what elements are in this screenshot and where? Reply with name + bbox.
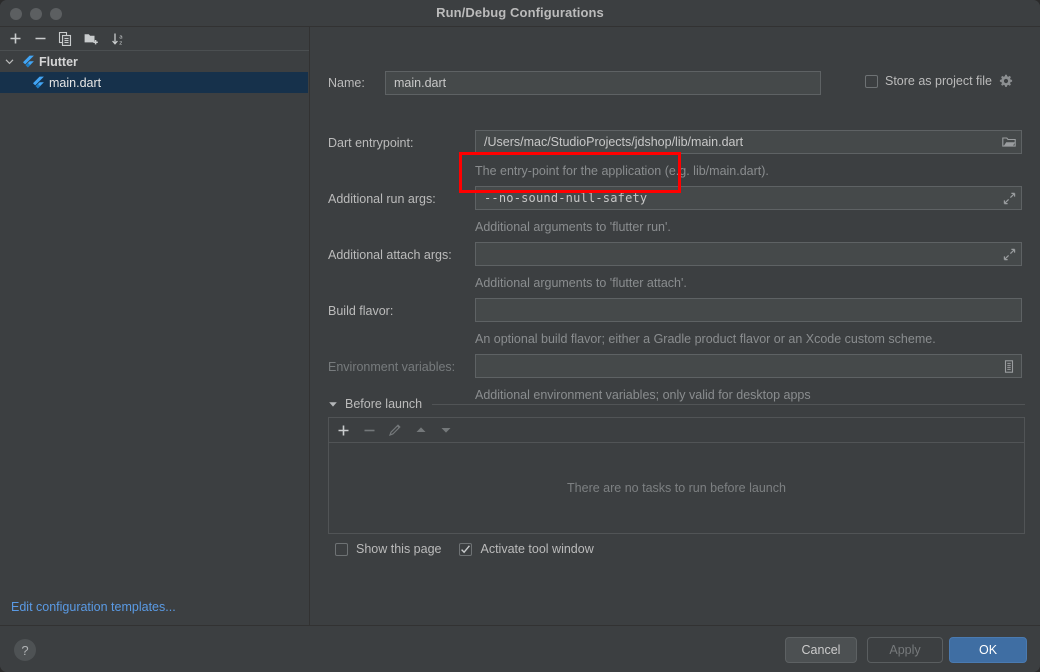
gear-icon[interactable] [999, 74, 1013, 88]
before-launch-empty-message: There are no tasks to run before launch [567, 481, 786, 495]
new-folder-button[interactable] [79, 27, 103, 50]
ok-button[interactable]: OK [949, 637, 1027, 663]
environment-variables-label: Environment variables: [328, 360, 456, 374]
before-launch-panel: There are no tasks to run before launch [328, 417, 1025, 534]
svg-text:a: a [119, 34, 122, 40]
build-flavor-hint: An optional build flavor; either a Gradl… [475, 332, 936, 346]
tree-item-main-dart[interactable]: main.dart [0, 72, 308, 93]
dart-entrypoint-input[interactable]: /Users/mac/StudioProjects/jdshop/lib/mai… [475, 130, 1022, 154]
name-input-value: main.dart [394, 76, 447, 90]
additional-run-args-value: --no-sound-null-safety [484, 191, 648, 205]
tree-item-label: main.dart [49, 75, 102, 90]
move-up-button [409, 418, 433, 442]
configurations-tree: Flutter main.dart [0, 51, 308, 93]
build-flavor-label: Build flavor: [328, 304, 394, 318]
additional-run-args-field[interactable]: --no-sound-null-safety [475, 186, 1022, 210]
tree-group-flutter[interactable]: Flutter [0, 51, 308, 72]
svg-text:z: z [119, 40, 122, 46]
before-launch-options: Show this page Activate tool window [335, 542, 594, 556]
additional-attach-args-label: Additional attach args: [328, 248, 452, 262]
activate-tool-window-checkbox[interactable] [459, 542, 473, 556]
help-button[interactable]: ? [14, 639, 36, 661]
store-as-project-file-label: Store as project file [885, 74, 992, 88]
copy-configuration-button[interactable] [53, 27, 77, 50]
remove-task-button [357, 418, 381, 442]
before-launch-header[interactable]: Before launch [328, 397, 1025, 411]
add-configuration-button[interactable] [3, 27, 27, 50]
activate-tool-window-label: Activate tool window [480, 542, 594, 556]
dialog-footer: ? Cancel Apply OK [0, 625, 1040, 672]
dart-entrypoint-label: Dart entrypoint: [328, 136, 414, 150]
name-label: Name: [328, 76, 365, 90]
store-as-project-file-checkbox[interactable] [865, 74, 878, 88]
list-icon[interactable] [998, 355, 1020, 377]
edit-configuration-templates-link[interactable]: Edit configuration templates... [11, 600, 176, 614]
run-debug-configurations-dialog: Run/Debug Configurations a z Flutter mai… [0, 0, 1040, 672]
add-task-button[interactable] [331, 418, 355, 442]
edit-task-button [383, 418, 407, 442]
cancel-button[interactable]: Cancel [785, 637, 857, 663]
configurations-sidebar: a z Flutter main.dart Edit configuration… [0, 27, 310, 625]
expand-icon[interactable] [998, 187, 1020, 209]
expand-icon[interactable] [998, 243, 1020, 265]
move-down-button [434, 418, 458, 442]
configuration-form: Name: main.dart Store as project file Da… [311, 27, 1040, 625]
build-flavor-field[interactable] [475, 298, 1022, 322]
additional-run-args-label: Additional run args: [328, 192, 436, 206]
apply-button[interactable]: Apply [867, 637, 943, 663]
show-this-page-checkbox[interactable] [335, 542, 348, 556]
flutter-icon [18, 55, 36, 69]
flutter-icon [28, 76, 46, 90]
show-this-page-label: Show this page [356, 542, 442, 556]
before-launch-title: Before launch [345, 397, 423, 411]
folder-icon[interactable] [998, 131, 1020, 153]
window-title: Run/Debug Configurations [436, 5, 604, 20]
remove-configuration-button[interactable] [28, 27, 52, 50]
triangle-down-icon[interactable] [328, 399, 338, 409]
additional-attach-args-hint: Additional arguments to 'flutter attach'… [475, 276, 687, 290]
chevron-down-icon[interactable] [0, 57, 18, 66]
environment-variables-field[interactable] [475, 354, 1022, 378]
title-bar: Run/Debug Configurations [0, 0, 1040, 27]
dart-entrypoint-value: /Users/mac/StudioProjects/jdshop/lib/mai… [484, 135, 744, 149]
dart-entrypoint-hint: The entry-point for the application (e.g… [475, 164, 769, 178]
checkmark-icon [461, 544, 471, 553]
before-launch-separator [432, 403, 1025, 405]
additional-run-args-hint: Additional arguments to 'flutter run'. [475, 220, 671, 234]
sort-configurations-button[interactable]: a z [106, 27, 130, 50]
sidebar-toolbar: a z [0, 27, 309, 51]
tree-group-label: Flutter [39, 54, 78, 69]
before-launch-toolbar [329, 418, 1024, 443]
store-as-project-file-row[interactable]: Store as project file [865, 74, 1013, 88]
additional-attach-args-field[interactable] [475, 242, 1022, 266]
name-input[interactable]: main.dart [385, 71, 821, 95]
